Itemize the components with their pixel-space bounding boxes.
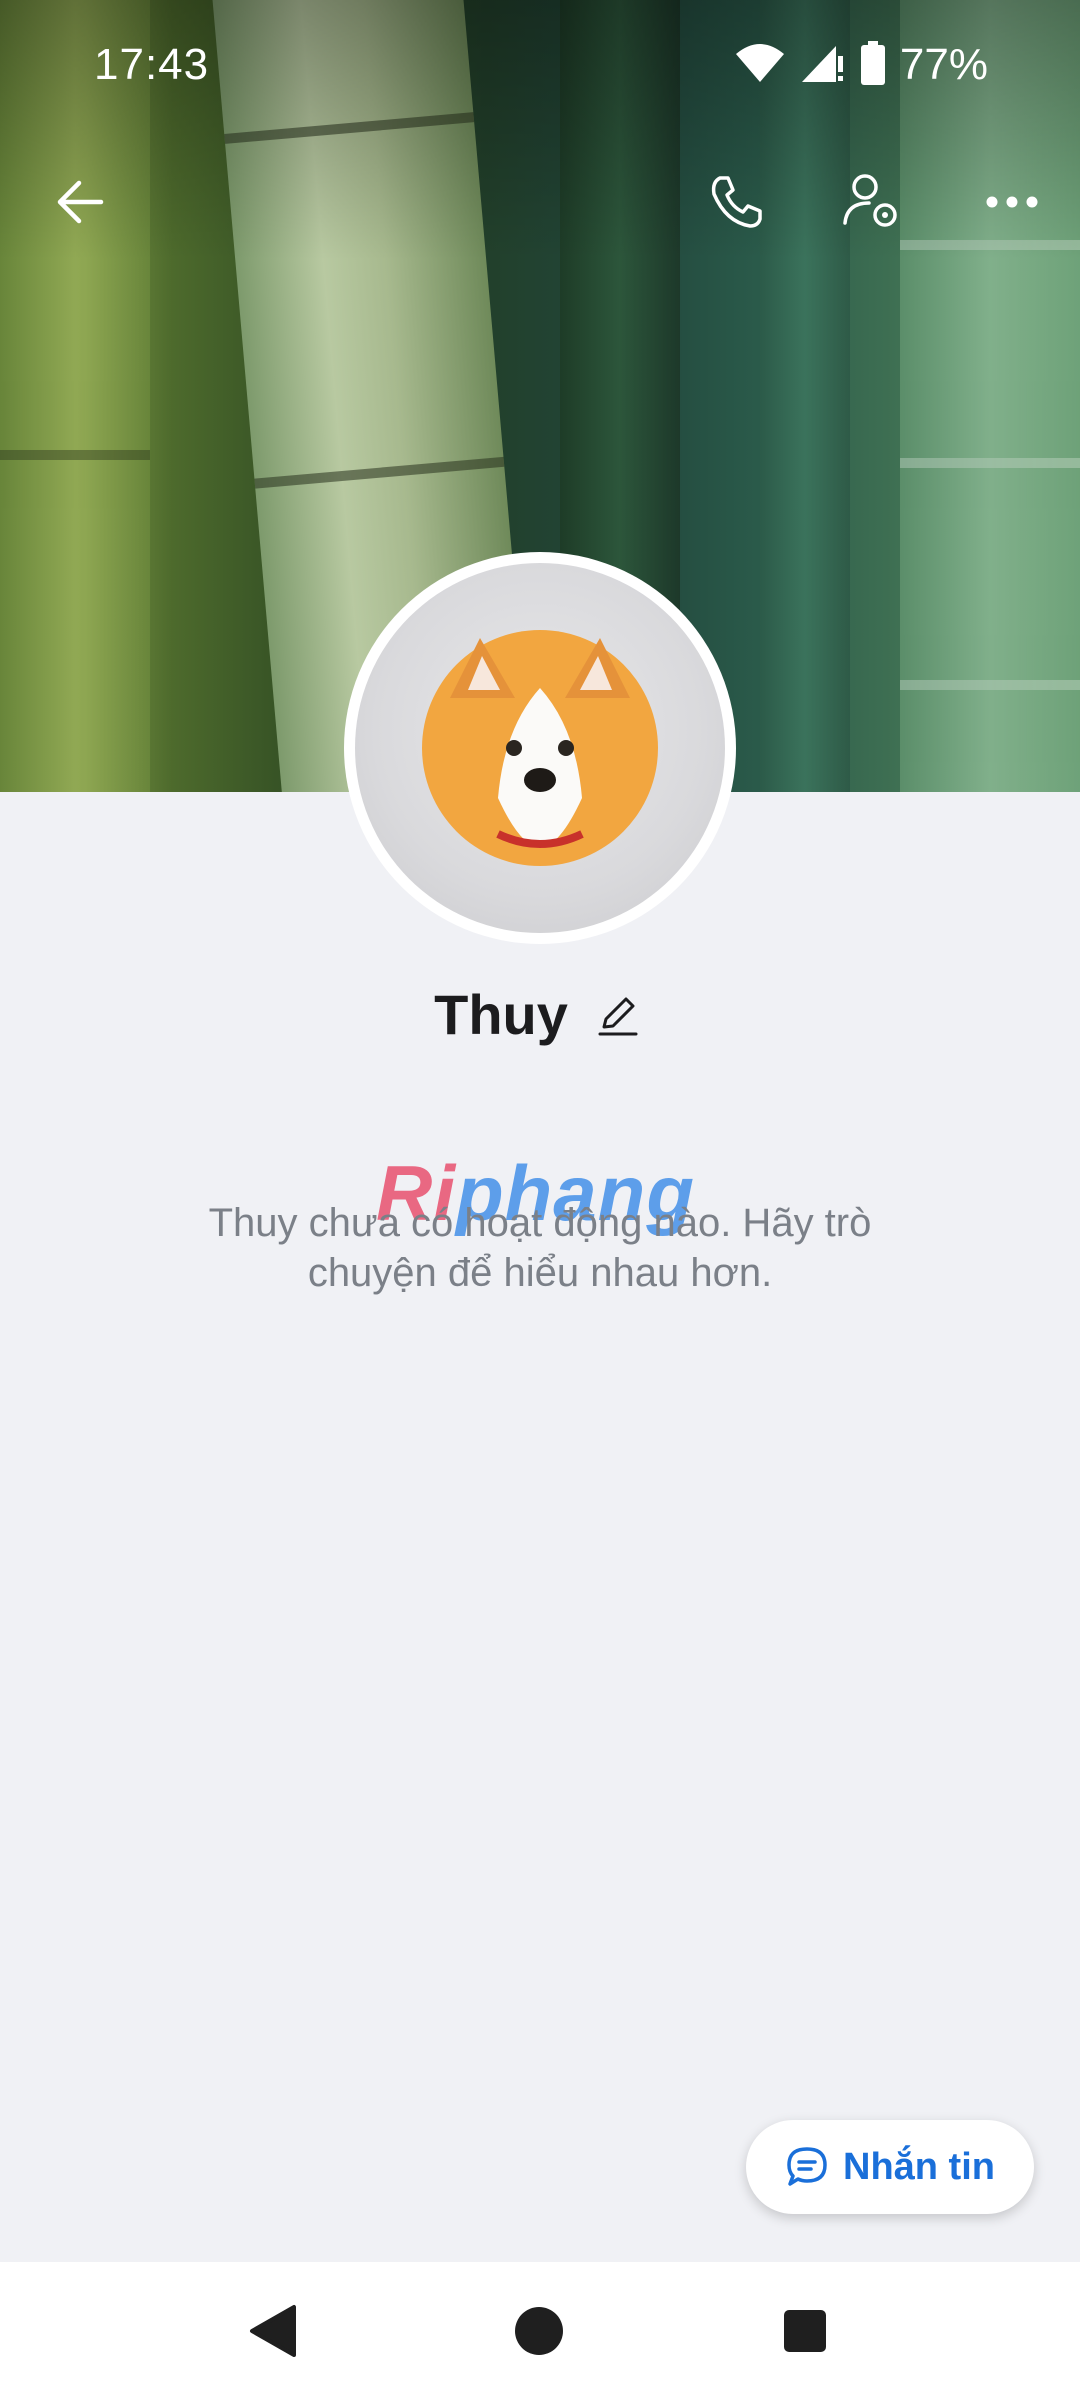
empty-activity-message: Thuy chưa có hoạt động nào. Hãy trò chuy… bbox=[208, 1201, 872, 1295]
status-bar: 17:43 77% bbox=[0, 0, 1080, 130]
name-row: Thuy bbox=[0, 982, 1080, 1047]
navigation-bar bbox=[0, 2262, 1080, 2400]
more-button[interactable] bbox=[960, 150, 1064, 254]
avatar-image bbox=[355, 563, 725, 933]
message-button-label: Nhắn tin bbox=[843, 2145, 995, 2188]
corgi-avatar-icon bbox=[422, 630, 658, 866]
message-button[interactable]: Nhắn tin bbox=[746, 2120, 1034, 2214]
nav-recents-icon bbox=[784, 2310, 826, 2352]
nav-back-icon bbox=[250, 2305, 296, 2357]
more-icon bbox=[986, 196, 1038, 208]
pencil-icon bbox=[598, 997, 638, 1035]
call-button[interactable] bbox=[684, 150, 788, 254]
battery-percent: 77% bbox=[899, 40, 988, 89]
chat-bubble-icon bbox=[787, 2147, 827, 2186]
profile-settings-button[interactable] bbox=[820, 150, 924, 254]
battery-icon bbox=[860, 40, 886, 90]
user-settings-icon bbox=[843, 174, 897, 227]
status-icons: 77% bbox=[734, 38, 988, 92]
nav-home-icon bbox=[515, 2307, 563, 2355]
status-time: 17:43 bbox=[94, 40, 210, 89]
back-arrow-icon bbox=[57, 180, 104, 224]
nav-back-button[interactable] bbox=[238, 2296, 308, 2366]
cell-signal-icon bbox=[800, 42, 846, 89]
nav-recents-button[interactable] bbox=[770, 2296, 840, 2366]
profile-name: Thuy bbox=[434, 983, 568, 1046]
nav-home-button[interactable] bbox=[504, 2296, 574, 2366]
phone-icon bbox=[711, 176, 762, 228]
avatar[interactable] bbox=[344, 552, 736, 944]
edit-name-button[interactable] bbox=[590, 987, 646, 1043]
profile-screen: 17:43 77% Thuy Riphang Thuy chưa có hoạt… bbox=[0, 0, 1080, 2400]
wifi-icon bbox=[734, 42, 786, 89]
back-button[interactable] bbox=[28, 150, 132, 254]
